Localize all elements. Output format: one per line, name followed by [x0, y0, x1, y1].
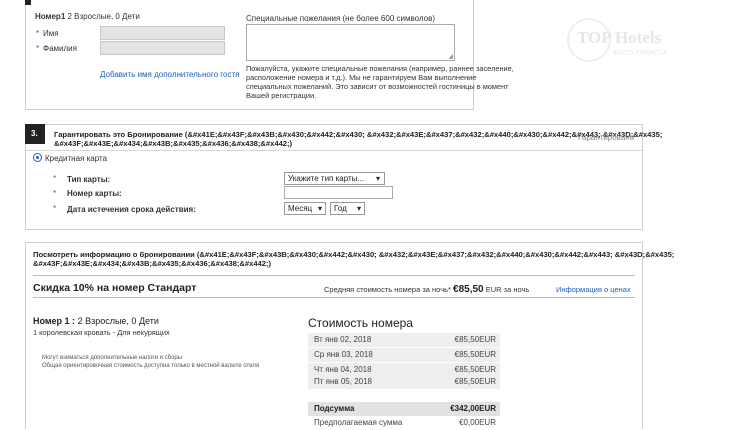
card-number-input[interactable] [284, 186, 393, 199]
expiry-year-select[interactable]: Год ▾ [330, 202, 365, 215]
night-price: €85,50EUR [454, 335, 496, 344]
year-value: Год [334, 204, 347, 213]
review-divider [33, 275, 635, 276]
first-name-required-star: * [36, 29, 40, 38]
average-rate: Средняя стоимость номера за ночь* €85,50… [324, 284, 529, 295]
review-title-line: Посмотреть информацию о бронировании (&#… [33, 250, 675, 259]
night-date: Ср янв 03, 2018 [314, 350, 373, 359]
estimated-label: Предполагаемая сумма [314, 418, 403, 427]
radio-dot-icon [36, 156, 39, 159]
average-rate-unit: EUR за ночь [485, 285, 530, 294]
card-number-label: Номер карты: [67, 189, 122, 198]
estimated-value: €0,00EUR [459, 418, 496, 427]
offer-title: Скидка 10% на номер Стандарт [33, 282, 197, 294]
expiry-month-select[interactable]: Месяц ▾ [284, 202, 326, 215]
chevron-down-icon: ▾ [375, 174, 380, 183]
card-type-value: Укажите тип карты... [288, 174, 365, 183]
card-type-required-star: * [53, 174, 57, 183]
average-rate-label: Средняя стоимость номера за ночь* [324, 285, 451, 294]
night-row: Ср янв 03, 2018 €85,50EUR [308, 348, 500, 362]
price-info-link[interactable]: Информация о ценах [556, 285, 631, 294]
offer-divider [33, 297, 635, 298]
note-line: специальных пожеланий. Это зависит от во… [246, 82, 509, 91]
expiry-required-star: * [53, 204, 57, 213]
expiry-label: Дата истечения срока действия: [67, 205, 196, 214]
credit-card-radio[interactable] [33, 153, 42, 162]
guaranteed-overlay-text: Гарантировано [578, 133, 635, 142]
night-date: Вт янв 02, 2018 [314, 335, 372, 344]
subtotal-row: Подсумма €342,00EUR [308, 402, 500, 416]
night-date: Пт янв 05, 2018 [314, 377, 372, 386]
room-heading: Номер1 2 Взрослые, 0 Дети [35, 12, 140, 21]
room-number-label: Номер1 [35, 12, 66, 21]
review-room-line: Номер 1 : 2 Взрослые, 0 Дети [33, 316, 159, 326]
night-row: Пт янв 05, 2018 €85,50EUR [308, 375, 500, 389]
last-name-input[interactable] [100, 41, 225, 55]
first-name-input[interactable] [100, 26, 225, 40]
card-type-select[interactable]: Укажите тип карты... ▾ [284, 172, 385, 185]
guarantee-divider [26, 150, 642, 151]
note-line: Вашей регистрации. [246, 91, 317, 100]
night-price: €85,50EUR [454, 377, 496, 386]
review-room-guests: 2 Взрослые, 0 Дети [77, 316, 159, 326]
special-requests-note: Пожалуйста, укажите специальные пожелани… [246, 64, 566, 100]
room-bed-description: 1 королевская кровать - Для некурящих [33, 328, 170, 337]
step-3-badge: 3. [25, 124, 45, 144]
night-price: €85,50EUR [454, 350, 496, 359]
tax-note-2: Общая ориентировочная стоимость доступна… [42, 363, 260, 369]
chevron-down-icon: ▾ [356, 204, 361, 213]
step-number: 3. [31, 129, 38, 138]
chevron-down-icon: ▾ [317, 204, 322, 213]
special-requests-label: Специальные пожелания (не более 600 симв… [246, 14, 436, 23]
room-header-marker [25, 0, 31, 5]
guarantee-title: Гарантировать это Бронирование (&#x41E;&… [54, 130, 740, 148]
special-requests-textarea[interactable]: ◢ [246, 24, 455, 61]
add-guest-link[interactable]: Добавить имя дополнительного гостя [100, 70, 239, 79]
cost-title: Стоимость номера [308, 316, 413, 330]
month-value: Месяц [288, 204, 313, 213]
tax-note-1: Могут взиматься дополнительные налоги и … [42, 355, 183, 361]
guarantee-title-line: Гарантировать это Бронирование (&#x41E;&… [54, 130, 663, 139]
guarantee-title-line: &#x43F;&#x43E;&#x434;&#x43B;&#x435;&#x43… [54, 139, 293, 148]
average-rate-value: €85,50 [453, 284, 484, 295]
subtotal-label: Подсумма [314, 404, 355, 413]
subtotal-value: €342,00EUR [450, 404, 496, 413]
night-row: Вт янв 02, 2018 €85,50EUR [308, 333, 500, 347]
resize-handle-icon[interactable]: ◢ [448, 53, 453, 60]
credit-card-label: Кредитная карта [45, 154, 108, 163]
card-number-required-star: * [53, 189, 57, 198]
review-title-line: &#x43F;&#x43E;&#x434;&#x43B;&#x435;&#x43… [33, 259, 272, 268]
night-date: Чт янв 04, 2018 [314, 365, 372, 374]
review-title: Посмотреть информацию о бронировании (&#… [33, 250, 733, 268]
tophotels-watermark: TOP Hotels ФОТО ТУРИСТА [563, 18, 693, 68]
estimated-row: Предполагаемая сумма €0,00EUR [308, 416, 500, 430]
card-type-label: Тип карты: [67, 175, 111, 184]
first-name-label: Имя [43, 29, 59, 38]
note-line: расположение номера и т.д.). Мы не гаран… [246, 73, 477, 82]
note-line: Пожалуйста, укажите специальные пожелани… [246, 64, 514, 73]
last-name-label: Фамилия [43, 44, 77, 53]
watermark-title: TOP Hotels [577, 28, 662, 47]
watermark-subtitle: ФОТО ТУРИСТА [613, 50, 668, 57]
review-room-label: Номер 1 : [33, 316, 76, 326]
last-name-required-star: * [36, 44, 40, 53]
night-price: €85,50EUR [454, 365, 496, 374]
room-guest-count: 2 Взрослые, 0 Дети [67, 12, 140, 21]
